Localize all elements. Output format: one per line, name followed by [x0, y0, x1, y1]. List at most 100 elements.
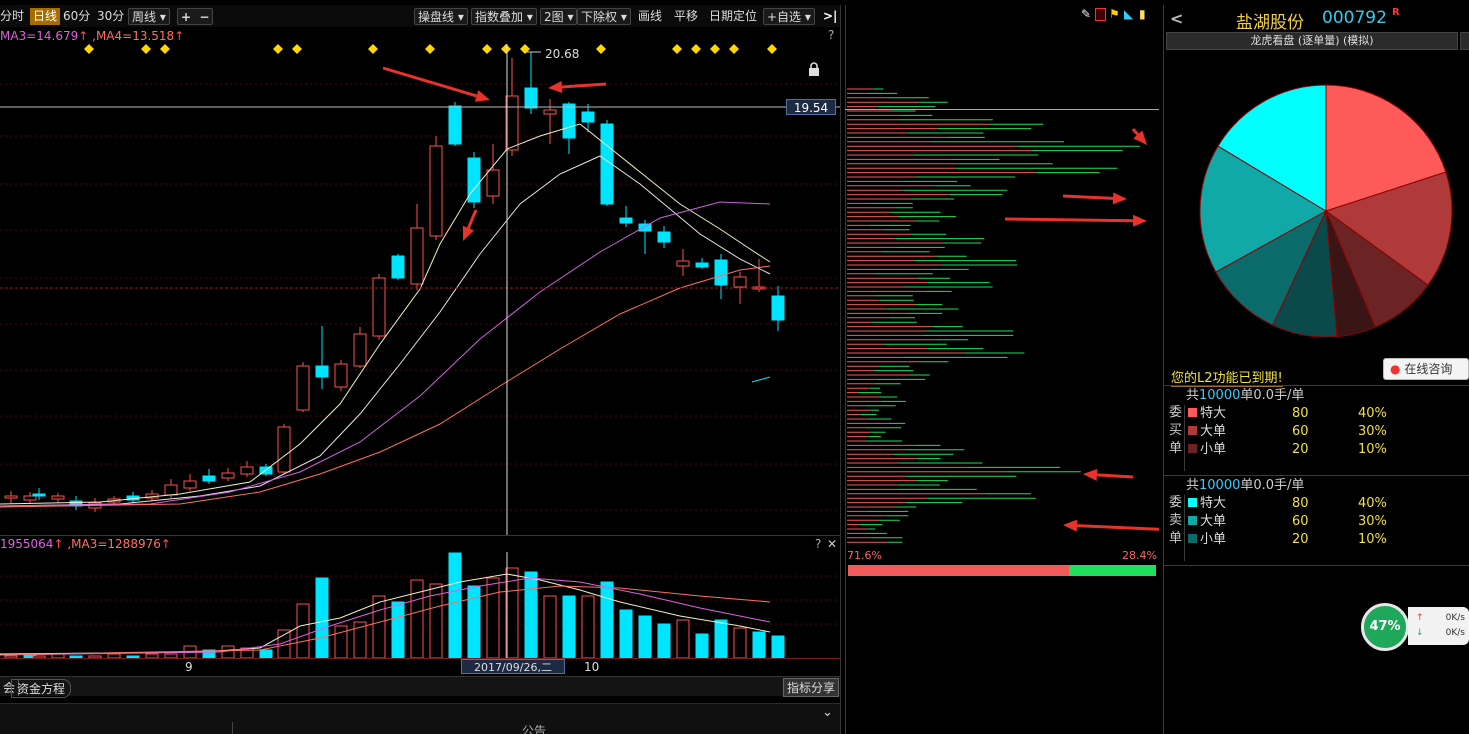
menu-date-locate[interactable]: 日期定位 — [709, 8, 757, 25]
order-pie-chart — [1199, 84, 1453, 338]
tab-capital-equation[interactable]: 资金方程 — [11, 679, 72, 698]
high-price-label: 20.68 — [545, 47, 580, 61]
red-doc-icon[interactable] — [1095, 8, 1106, 21]
tab-60min[interactable]: 60分 — [63, 8, 90, 25]
candle-body — [221, 472, 235, 479]
sell-header-post: 单0.0手/单 — [1240, 478, 1305, 493]
arrow-p2-shaft — [1062, 194, 1114, 200]
signal-diamond — [273, 44, 283, 54]
cursor-price-tag: 19.54 — [786, 99, 836, 115]
menu-watchlist[interactable]: +自选 ▾ — [763, 8, 815, 25]
buy-swatch — [1188, 408, 1197, 417]
buy-pct: 40% — [1358, 406, 1387, 421]
candle-body — [240, 466, 254, 475]
signal-diamond — [368, 44, 378, 54]
volume-bar — [372, 595, 386, 658]
menu-draw-line[interactable]: 画线 — [638, 8, 662, 25]
arrow-2-shaft — [561, 82, 607, 89]
volume-bar — [259, 649, 273, 658]
tab-intraday[interactable]: 分时 — [0, 8, 24, 25]
menu-watchlist-label: +自选 — [767, 10, 802, 24]
annotation-arrows — [382, 66, 607, 241]
profile-cursor-line — [845, 109, 1159, 110]
main-help-icon[interactable]: ? — [828, 28, 834, 42]
signal-diamond — [767, 44, 777, 54]
candle-body — [51, 495, 65, 500]
expand-panel-icon[interactable]: >| — [823, 8, 837, 25]
candle-body — [353, 333, 367, 367]
arrow-p3-shaft — [1004, 217, 1134, 223]
zoom-out-button[interactable]: − — [199, 10, 209, 24]
candle-body — [410, 227, 424, 285]
sell-side-char-3: 单 — [1169, 531, 1183, 546]
stock-terminal-window: 分时 日线 60分 30分 周线 ▾ + − 操盘线 ▾ 指数叠加 ▾ 2图 ▾… — [0, 0, 1469, 734]
panel-subtitle: 龙虎看盘 (逐单量) (模拟) — [1166, 32, 1458, 50]
collapse-chevron-icon[interactable]: ⌄ — [822, 705, 833, 720]
signal-diamond — [160, 44, 170, 54]
signal-diamond — [729, 44, 739, 54]
candle-body — [676, 260, 690, 267]
sell-count: 80 — [1292, 496, 1309, 511]
candle-body — [619, 217, 633, 224]
volume-bar — [221, 645, 235, 658]
volume-profile-panel: ✎ ⚑ ◣ ▮ 71.6% 28.4% — [845, 5, 1159, 734]
chart-grid — [0, 83, 840, 511]
vol-ma3-up-arrow-icon: ↑ — [160, 537, 171, 551]
pencil-icon[interactable]: ✎ — [1081, 7, 1091, 21]
volume-bar — [600, 581, 614, 658]
buy-count: 60 — [1292, 424, 1309, 439]
volume-profile-chart[interactable] — [845, 5, 1159, 565]
vol-up-arrow-icon: ↑ — [53, 537, 64, 551]
profile-annotation-arrows — [1004, 128, 1159, 532]
drawing-tools: ✎ ⚑ ◣ ▮ — [1077, 7, 1153, 23]
x-axis — [0, 658, 840, 675]
candle-body — [505, 95, 519, 151]
memory-usage-gauge[interactable]: 47% — [1361, 603, 1409, 651]
signal-diamond — [710, 44, 720, 54]
ma4-up-arrow-icon: ↑ — [174, 29, 185, 43]
announcement-tab[interactable]: 公告 — [522, 722, 546, 734]
menu-ex-rights[interactable]: 下除权 ▾ — [577, 8, 631, 25]
subtitle-side-tab[interactable] — [1460, 32, 1469, 50]
lock-icon[interactable] — [806, 61, 822, 77]
sell-ratio-label: 71.6% — [847, 549, 882, 562]
buy-row: 小单 20 10% — [1188, 441, 1468, 458]
volume-close-icon[interactable]: ✕ — [827, 537, 837, 551]
note-icon[interactable]: ▮ — [1139, 7, 1146, 21]
flag-icon[interactable]: ⚑ — [1109, 7, 1120, 21]
arrow-3-shaft — [467, 209, 478, 229]
volume-bar — [448, 552, 462, 658]
tab-weekly-dropdown[interactable]: 周线 ▾ — [128, 8, 170, 25]
tab-daily[interactable]: 日线 — [30, 8, 61, 25]
menu-trade-line[interactable]: 操盘线 ▾ — [414, 8, 468, 25]
zoom-in-button[interactable]: + — [181, 10, 191, 24]
tab-30min[interactable]: 30分 — [97, 8, 124, 25]
volume-help-icon[interactable]: ? — [815, 537, 821, 551]
upload-speed: 0K/s — [1445, 613, 1465, 623]
menu-pan[interactable]: 平移 — [674, 8, 698, 25]
triangle-icon[interactable]: ◣ — [1124, 7, 1133, 21]
volume-chart[interactable] — [0, 552, 840, 658]
buy-pct: 30% — [1358, 424, 1387, 439]
volume-bar — [657, 623, 671, 658]
buy-count: 80 — [1292, 406, 1309, 421]
sell-pct: 10% — [1358, 532, 1387, 547]
menu-two-charts-label: 2图 — [544, 10, 564, 24]
buy-header: 共10000单0.0手/单 — [1186, 387, 1304, 404]
candle-body — [752, 286, 766, 290]
candle-body — [277, 426, 291, 473]
sell-pct: 30% — [1358, 514, 1387, 529]
candle-body — [429, 145, 443, 237]
ma3-up-arrow-icon: ↑ — [78, 29, 89, 43]
ratio-progress-bar — [848, 565, 1156, 576]
indicator-share-button[interactable]: 指标分享 — [783, 678, 840, 697]
menu-two-charts[interactable]: 2图 ▾ — [540, 8, 578, 25]
sell-label: 小单 — [1200, 532, 1227, 547]
candlestick-chart[interactable] — [0, 44, 840, 536]
ma4-value: ,MA4=13.518 — [92, 29, 175, 43]
signal-diamond — [292, 44, 302, 54]
menu-index-overlay[interactable]: 指数叠加 ▾ — [471, 8, 537, 25]
back-chevron-icon[interactable]: < — [1170, 9, 1183, 28]
online-consult-button[interactable]: ● 在线咨询 — [1383, 358, 1469, 380]
candle-body — [524, 87, 538, 109]
